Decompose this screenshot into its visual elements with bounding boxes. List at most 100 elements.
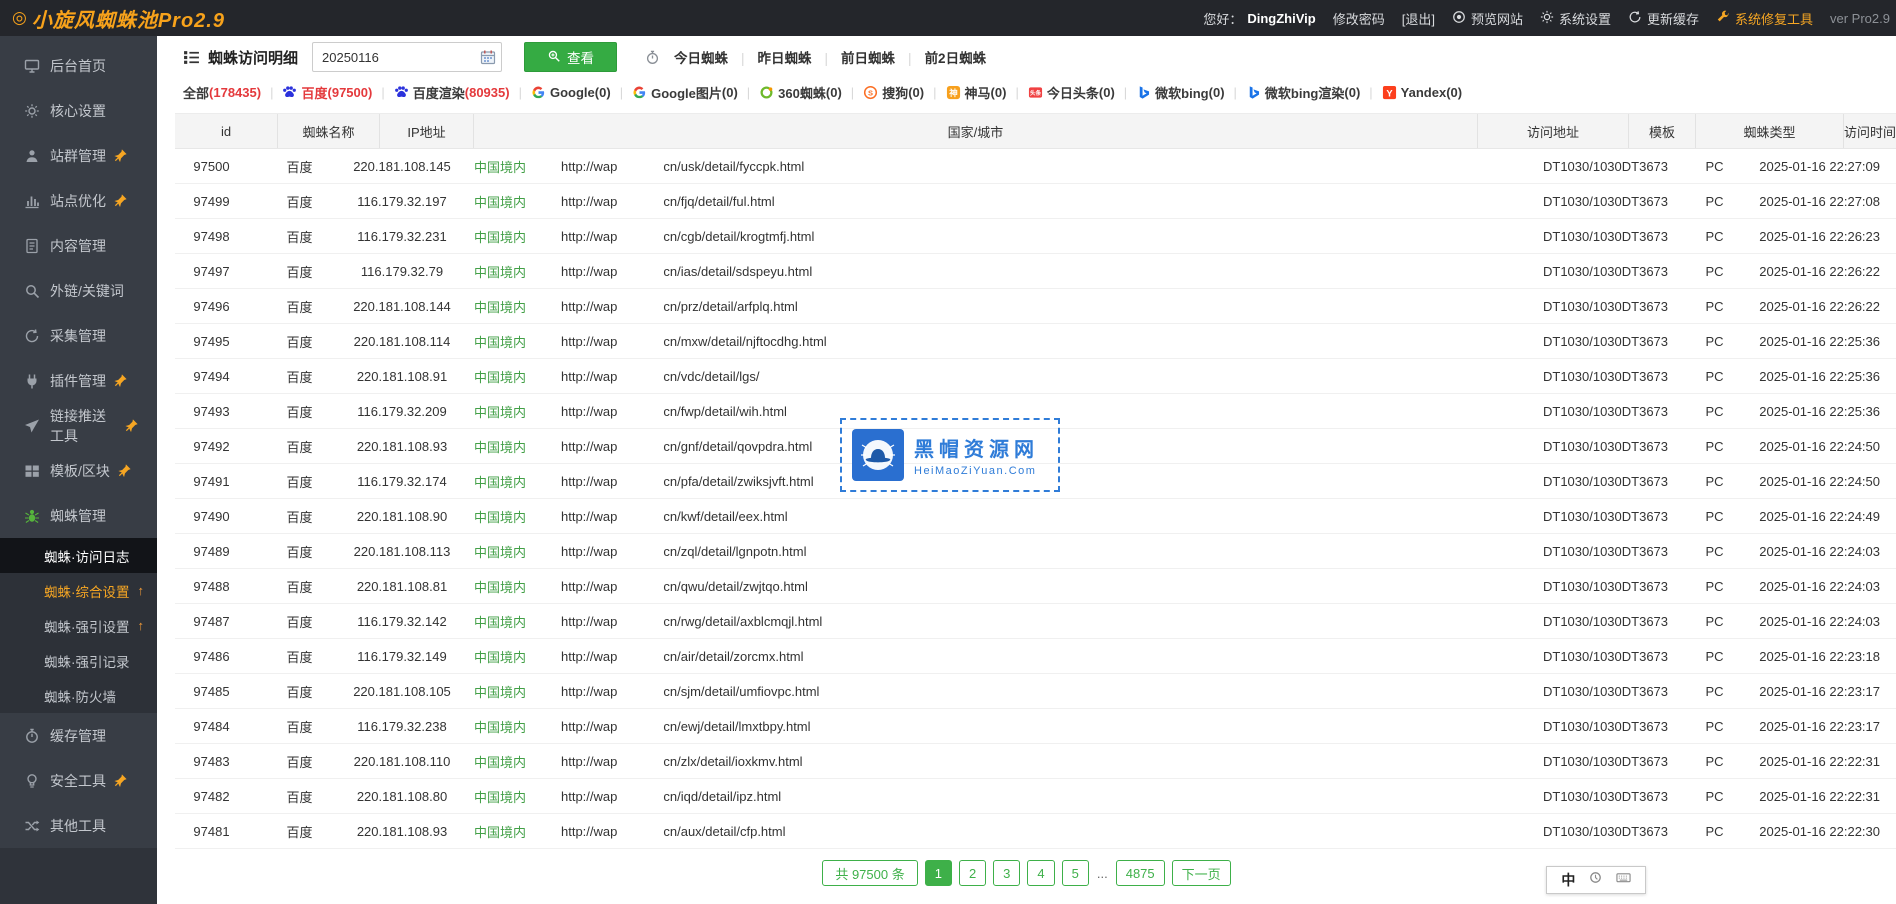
sidebar-item[interactable]: 内容管理 [0, 223, 157, 268]
filter-item[interactable]: 百度 97500 [261, 83, 372, 102]
pin-icon [124, 418, 139, 433]
sidebar-item-label: 外链/关键词 [50, 281, 124, 301]
cell-ip: 220.181.108.90 [351, 499, 453, 533]
filter-item[interactable]: 头条 今日头条 0 [1006, 83, 1114, 102]
sidebar-item-label: 站群管理 [50, 146, 106, 166]
table-row[interactable]: 97496 百度 220.181.108.144 中国境内 http://wap… [175, 289, 1896, 324]
table-row[interactable]: 97490 百度 220.181.108.90 中国境内 http://wapc… [175, 499, 1896, 534]
quick-link[interactable]: 今日蜘蛛 [674, 47, 728, 67]
cell-region: 中国境内 [453, 604, 547, 638]
ime-bar[interactable]: 中 [1546, 866, 1646, 894]
table-row[interactable]: 97481 百度 220.181.108.93 中国境内 http://wapc… [175, 814, 1896, 849]
table-row[interactable]: 97489 百度 220.181.108.113 中国境内 http://wap… [175, 534, 1896, 569]
sidebar-item-label: 安全工具 [50, 771, 106, 791]
ime-hand-icon[interactable] [1588, 870, 1603, 890]
cell-spider-name: 百度 [248, 639, 351, 673]
table-row[interactable]: 97497 百度 116.179.32.79 中国境内 http://wapcn… [175, 254, 1896, 289]
cell-region: 中国境内 [453, 324, 547, 358]
sidebar-item[interactable]: 站群管理 [0, 133, 157, 178]
view-button[interactable]: 查看 [524, 42, 617, 72]
sidebar-item[interactable]: 后台首页 [0, 43, 157, 88]
cell-region: 中国境内 [453, 499, 547, 533]
cell-url: http://wapcn/kwf/detail/eex.html [547, 499, 1530, 533]
sidebar-item[interactable]: 外链/关键词 [0, 268, 157, 313]
cell-url: http://wapcn/vdc/detail/lgs/ [547, 359, 1530, 393]
cell-spider-name: 百度 [248, 464, 351, 498]
page-button[interactable]: 3 [993, 860, 1020, 886]
filter-item[interactable]: 全部 178435 [183, 83, 261, 102]
sidebar-item[interactable]: 核心设置 [0, 88, 157, 133]
sidebar-item[interactable]: 缓存管理 [0, 713, 157, 758]
repair-tool-link[interactable]: 系统修复工具 [1716, 9, 1813, 28]
watermark-hat-icon [852, 429, 904, 481]
next-page-button[interactable]: 下一页 [1172, 860, 1231, 886]
table-row[interactable]: 97485 百度 220.181.108.105 中国境内 http://wap… [175, 674, 1896, 709]
ime-language-indicator[interactable]: 中 [1561, 870, 1575, 890]
sidebar-item[interactable]: 站点优化 [0, 178, 157, 223]
table-row[interactable]: 97494 百度 220.181.108.91 中国境内 http://wapc… [175, 359, 1896, 394]
filter-item[interactable]: 微软bing 0 [1115, 83, 1225, 102]
sidebar-item-label: 蜘蛛·强引记录 [44, 651, 130, 671]
date-input[interactable] [312, 42, 502, 72]
quick-link[interactable]: 前2日蜘蛛 [895, 47, 986, 67]
table-row[interactable]: 97499 百度 116.179.32.197 中国境内 http://wapc… [175, 184, 1896, 219]
change-password-link[interactable]: 修改密码 [1333, 9, 1385, 28]
sidebar-item[interactable]: 蜘蛛·强引记录 [0, 643, 157, 678]
filter-item[interactable]: Google图片 0 [611, 83, 738, 102]
page-button[interactable]: 1 [925, 860, 952, 886]
filter-item[interactable]: 微软bing渲染 0 [1225, 83, 1361, 102]
page-button[interactable]: 2 [959, 860, 986, 886]
table-row[interactable]: 97488 百度 220.181.108.81 中国境内 http://wapc… [175, 569, 1896, 604]
cell-spider-type: PC [1681, 744, 1748, 778]
page-button[interactable]: 4 [1027, 860, 1054, 886]
sidebar-item[interactable]: 插件管理 [0, 358, 157, 403]
cell-url: http://wapcn/cgb/detail/krogtmfj.html [547, 219, 1530, 253]
preview-site-link[interactable]: 预览网站 [1452, 9, 1523, 28]
sidebar-item[interactable]: 安全工具 [0, 758, 157, 803]
table-row[interactable]: 97498 百度 116.179.32.231 中国境内 http://wapc… [175, 219, 1896, 254]
preview-icon [1452, 10, 1466, 27]
filter-item[interactable]: 360蜘蛛 0 [738, 83, 842, 102]
table-row[interactable]: 97495 百度 220.181.108.114 中国境内 http://wap… [175, 324, 1896, 359]
top-header: ◎ 小旋风蜘蛛池Pro2.9 您好： DingZhiVip 修改密码 [退出] … [0, 0, 1896, 36]
table-row[interactable]: 97486 百度 116.179.32.149 中国境内 http://wapc… [175, 639, 1896, 674]
calendar-icon[interactable] [480, 49, 496, 65]
sidebar-item[interactable]: 蜘蛛·强引设置 ↑ [0, 608, 157, 643]
filter-item[interactable]: 百度渲染 80935 [372, 83, 509, 102]
page-button[interactable]: 4875 [1116, 860, 1165, 886]
cell-template: DT1030/1030DT3673 [1530, 219, 1681, 253]
sidebar-item[interactable]: 其他工具 [0, 803, 157, 848]
filter-item[interactable]: Y Yandex 0 [1360, 85, 1462, 100]
sidebar-item[interactable]: 蜘蛛·访问日志 [0, 538, 157, 573]
filter-item[interactable]: S 搜狗 0 [842, 83, 924, 102]
table-row[interactable]: 97484 百度 116.179.32.238 中国境内 http://wapc… [175, 709, 1896, 744]
filter-item[interactable]: Google 0 [510, 85, 611, 100]
sidebar-item-icon [24, 508, 40, 524]
table-row[interactable]: 97483 百度 220.181.108.110 中国境内 http://wap… [175, 744, 1896, 779]
system-settings-link[interactable]: 系统设置 [1540, 9, 1611, 28]
app-title-text: 小旋风蜘蛛池Pro2.9 [32, 4, 225, 33]
page-list: 12345... 4875 [925, 860, 1165, 886]
ime-keyboard-icon[interactable] [1616, 870, 1631, 890]
sidebar-item-icon [24, 238, 40, 254]
table-row[interactable]: 97500 百度 220.181.108.145 中国境内 http://wap… [175, 149, 1896, 184]
sidebar-item-label: 内容管理 [50, 236, 106, 256]
redacted-domain [617, 578, 663, 594]
logout-link[interactable]: [退出] [1402, 9, 1435, 28]
cell-visit-time: 2025-01-16 22:25:36 [1748, 324, 1896, 358]
sidebar-item[interactable]: 链接推送工具 [0, 403, 157, 448]
sidebar-item[interactable]: 模板/区块 [0, 448, 157, 493]
cell-id: 97491 [175, 464, 248, 498]
page-button[interactable]: 5 [1062, 860, 1089, 886]
quick-link[interactable]: 前日蜘蛛 [812, 47, 896, 67]
quick-link[interactable]: 昨日蜘蛛 [728, 47, 812, 67]
sidebar-item[interactable]: 蜘蛛管理 [0, 493, 157, 538]
update-cache-link[interactable]: 更新缓存 [1628, 9, 1699, 28]
sidebar-item[interactable]: 蜘蛛·防火墙 [0, 678, 157, 713]
table-row[interactable]: 97482 百度 220.181.108.80 中国境内 http://wapc… [175, 779, 1896, 814]
sidebar-item[interactable]: 采集管理 [0, 313, 157, 358]
filter-item[interactable]: 神 神马 0 [924, 83, 1006, 102]
table-row[interactable]: 97487 百度 116.179.32.142 中国境内 http://wapc… [175, 604, 1896, 639]
sidebar-item[interactable]: 蜘蛛·综合设置 ↑ [0, 573, 157, 608]
page-button[interactable]: ... [1096, 860, 1109, 886]
